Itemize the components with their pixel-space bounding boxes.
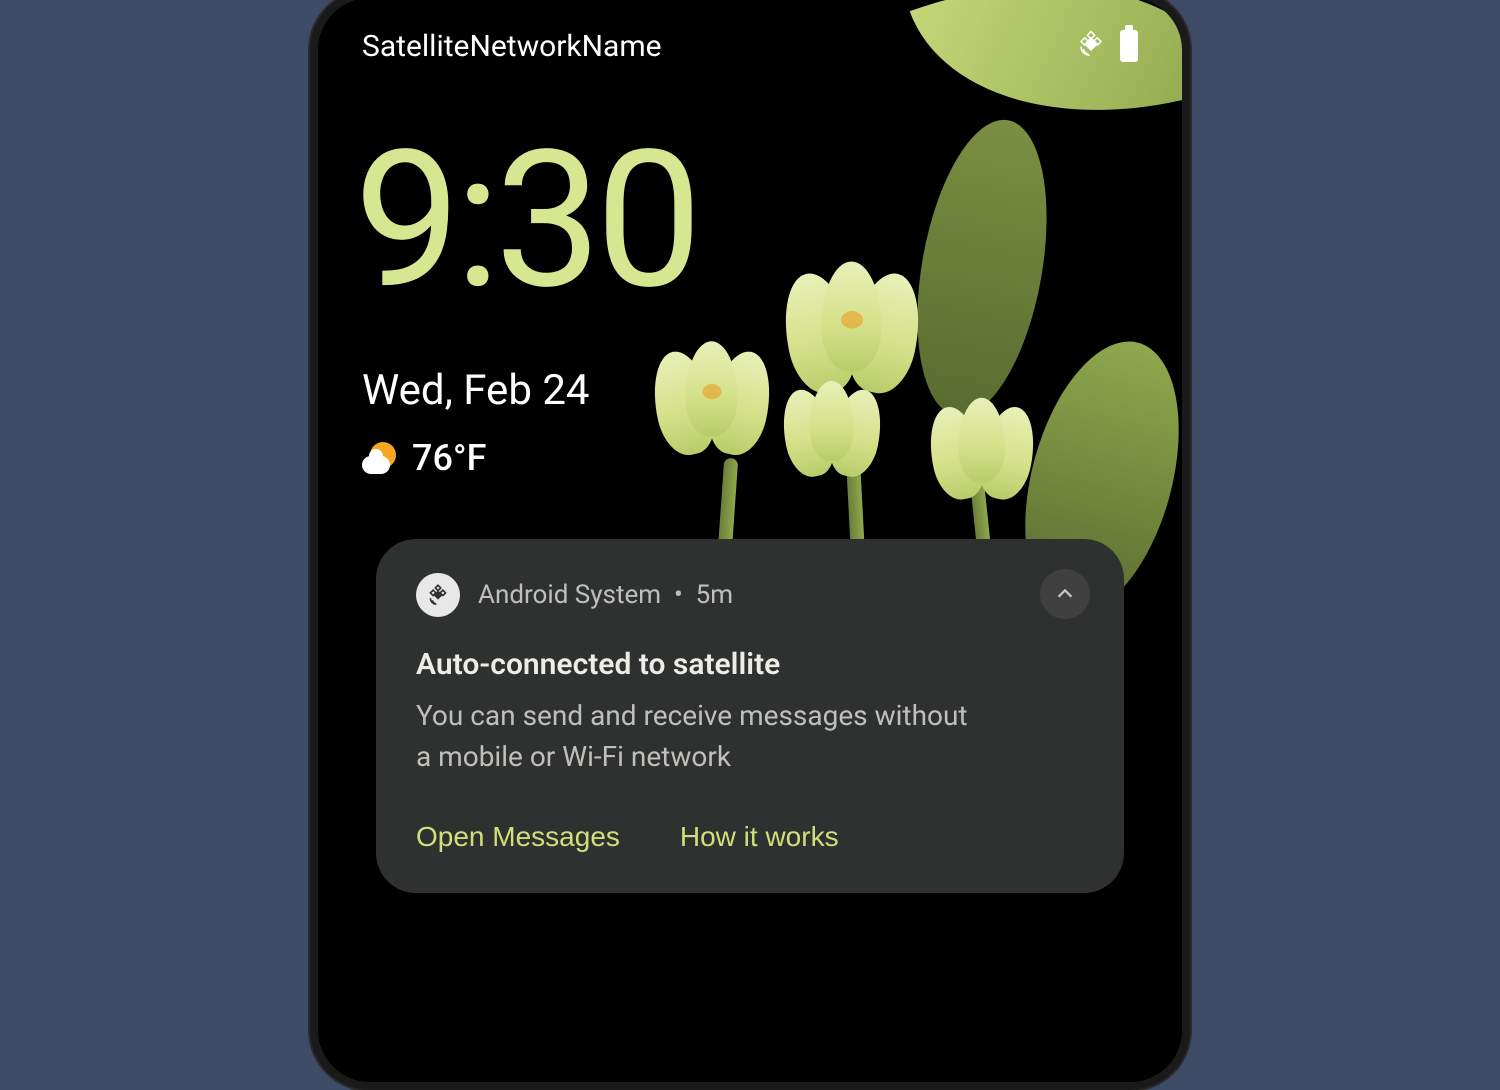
satellite-icon — [1076, 29, 1106, 63]
notification-separator: • — [674, 580, 683, 610]
status-icons — [1076, 29, 1138, 63]
weather-widget[interactable]: 76°F — [362, 437, 1138, 479]
notification-time-ago: 5m — [696, 580, 733, 610]
weather-partly-cloudy-icon — [362, 440, 398, 476]
notification-meta: Android System • 5m — [478, 580, 733, 610]
how-it-works-button[interactable]: How it works — [680, 821, 839, 853]
open-messages-button[interactable]: Open Messages — [416, 821, 620, 853]
notification-app-name: Android System — [478, 580, 661, 610]
network-name-label: SatelliteNetworkName — [362, 29, 662, 64]
notification-actions: Open Messages How it works — [416, 821, 1084, 853]
notification-body: You can send and receive messages withou… — [416, 696, 976, 777]
notification-header: Android System • 5m — [416, 573, 1084, 617]
status-bar: SatelliteNetworkName — [362, 26, 1138, 66]
chevron-up-icon — [1054, 583, 1076, 605]
collapse-button[interactable] — [1040, 569, 1090, 619]
battery-icon — [1120, 30, 1138, 62]
phone-frame: SatelliteNetworkName 9:30 Wed, Feb 24 76… — [310, 0, 1190, 1090]
notification-card[interactable]: Android System • 5m Auto-connected to sa… — [376, 539, 1124, 893]
lockscreen-date: Wed, Feb 24 — [362, 366, 1138, 415]
notification-title: Auto-connected to satellite — [416, 647, 1084, 682]
lockscreen-clock: 9:30 — [354, 126, 1138, 316]
temperature-label: 76°F — [412, 437, 487, 479]
satellite-app-icon — [416, 573, 460, 617]
